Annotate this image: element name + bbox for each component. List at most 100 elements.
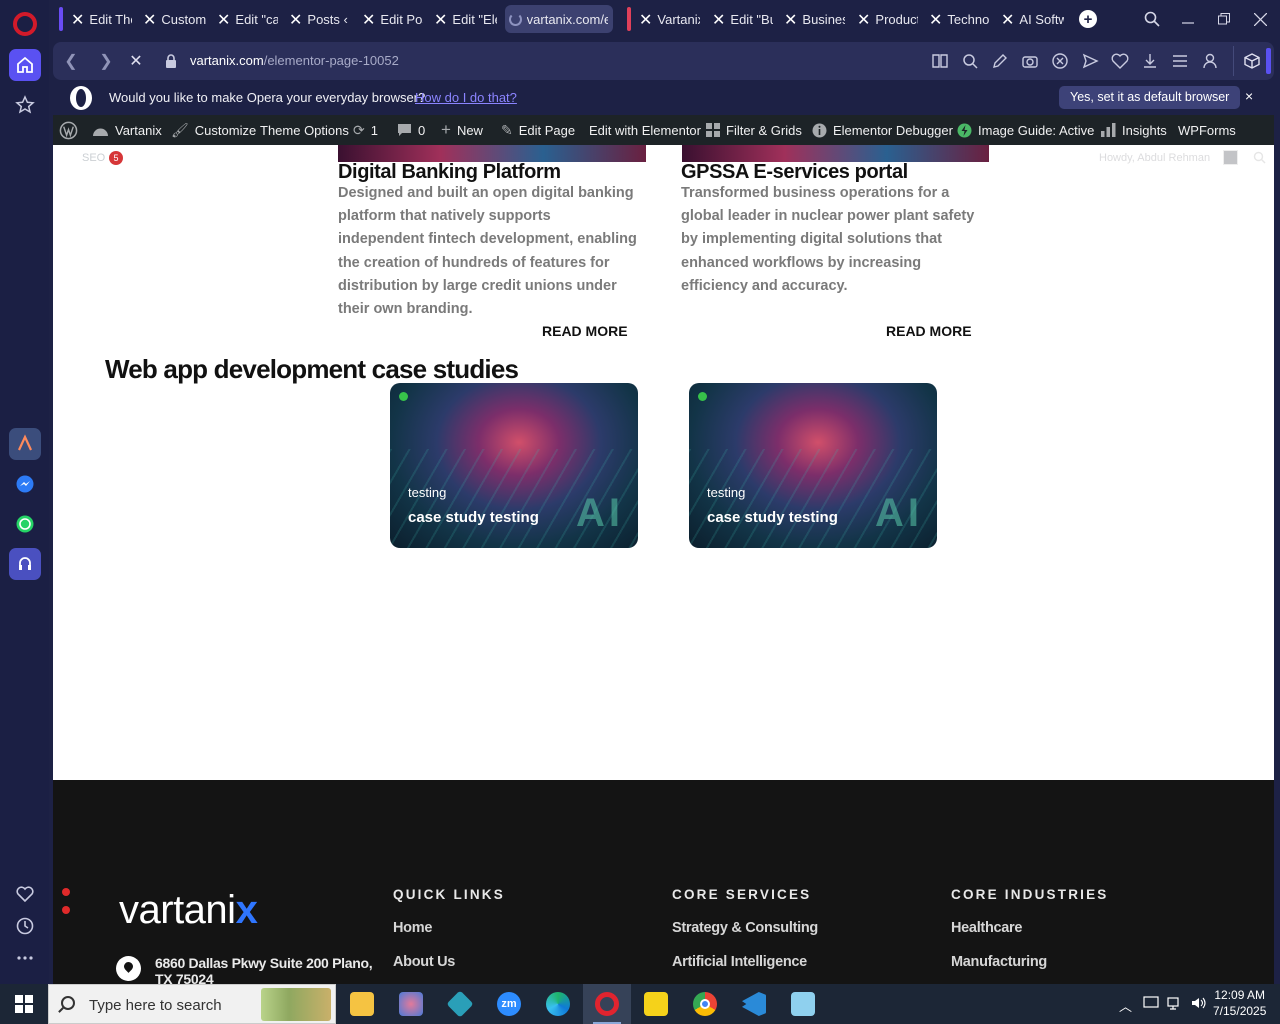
url-text[interactable]: vartanix.com/elementor-page-10052 <box>190 53 399 68</box>
app-diamond-icon[interactable] <box>436 984 484 1024</box>
back-icon[interactable]: ❮ <box>61 51 81 71</box>
find-in-page-icon[interactable] <box>961 52 979 70</box>
tab-active-vartanix[interactable]: vartanix.com/e <box>505 5 613 33</box>
footer-link-healthcare[interactable]: Healthcare <box>951 920 1022 936</box>
wp-image-guide[interactable]: Image Guide: Active <box>957 115 1094 145</box>
wifi-icon[interactable] <box>1167 996 1183 1013</box>
vscode-icon[interactable] <box>730 984 778 1024</box>
speed-dial-star-icon[interactable] <box>9 89 41 121</box>
profile-icon[interactable] <box>1201 52 1219 70</box>
wp-customize[interactable]: 🖌 Customize <box>171 115 256 145</box>
wordpress-logo-icon[interactable] <box>59 115 78 145</box>
opera-browser-icon[interactable] <box>583 984 631 1024</box>
footer-link-about[interactable]: About Us <box>393 954 455 970</box>
network-status-icon[interactable] <box>1143 996 1159 1013</box>
edge-browser-icon[interactable] <box>534 984 582 1024</box>
wp-site-name[interactable]: Vartanix <box>92 115 162 145</box>
tab-edit-cas[interactable]: ✕Edit "cas <box>213 5 283 33</box>
wp-insights[interactable]: Insights <box>1101 115 1167 145</box>
wp-elementor-debugger[interactable]: Elementor Debugger <box>812 115 953 145</box>
close-window-icon[interactable] <box>1249 8 1271 30</box>
wp-edit-page[interactable]: ✎ Edit Page <box>501 115 575 145</box>
admin-search-icon[interactable] <box>1253 151 1266 164</box>
messenger-icon[interactable] <box>9 468 41 500</box>
show-hidden-icons-chevron-icon[interactable]: ︿ <box>1119 996 1132 1015</box>
edit-icon[interactable] <box>991 52 1009 70</box>
close-prompt-icon[interactable]: × <box>1245 88 1253 104</box>
music-player-icon[interactable] <box>9 548 41 580</box>
snapshot-camera-icon[interactable] <box>1021 52 1039 70</box>
tab-vartanix[interactable]: ✕ Vartanix <box>635 5 705 33</box>
case-study-card[interactable]: AI testing case study testing <box>390 383 638 548</box>
footer-link-manufacturing[interactable]: Manufacturing <box>951 954 1047 970</box>
card-title[interactable]: Digital Banking Platform <box>338 161 561 184</box>
how-do-i-link[interactable]: How do I do that? <box>415 90 517 105</box>
tab-customize[interactable]: ✕ Customi <box>139 5 211 33</box>
chrome-browser-icon[interactable] <box>681 984 729 1024</box>
wp-theme-options[interactable]: Theme Options <box>260 115 349 145</box>
restore-icon[interactable] <box>1213 8 1235 30</box>
scrollbar-track[interactable] <box>1274 115 1280 984</box>
avatar[interactable] <box>1223 150 1238 165</box>
tab-edit-bu[interactable]: ✕ Edit "Bu <box>708 5 778 33</box>
volume-icon[interactable] <box>1191 996 1207 1013</box>
tab-technology[interactable]: ✕ Technol <box>925 5 995 33</box>
tab-edit-post[interactable]: ✕Edit Pos <box>358 5 428 33</box>
set-default-button[interactable]: Yes, set it as default browser <box>1059 86 1241 109</box>
more-options-icon[interactable] <box>9 942 41 974</box>
forward-icon[interactable]: ❯ <box>96 51 116 71</box>
easy-setup-icon[interactable] <box>1171 52 1189 70</box>
history-icon[interactable] <box>9 910 41 942</box>
heart-icon[interactable] <box>9 878 41 910</box>
read-more-link[interactable]: READ MORE <box>886 323 972 339</box>
wp-filter-grids[interactable]: Filter & Grids <box>706 115 802 145</box>
send-icon[interactable] <box>1081 52 1099 70</box>
download-icon[interactable] <box>1141 52 1159 70</box>
tab-business[interactable]: ✕ Busines <box>780 5 850 33</box>
wp-new[interactable]: + New <box>441 115 483 145</box>
card-title[interactable]: GPSSA E-services portal <box>681 161 908 184</box>
wp-edit-with-elementor[interactable]: Edit with Elementor <box>589 115 701 145</box>
tab-edit-the[interactable]: ✕Edit The <box>67 5 137 33</box>
opera-logo-icon[interactable] <box>13 12 37 36</box>
read-more-link[interactable]: READ MORE <box>542 323 628 339</box>
notepad-app-icon[interactable] <box>779 984 827 1024</box>
tab-product[interactable]: ✕ Product <box>853 5 923 33</box>
seo-menu[interactable]: SEO <box>82 152 105 164</box>
system-clock[interactable]: 12:09 AM 7/15/2025 <box>1213 987 1266 1019</box>
tab-search-icon[interactable] <box>1141 8 1163 30</box>
location-pin-icon <box>116 956 141 981</box>
stop-loading-icon[interactable]: ✕ <box>126 51 146 71</box>
tab-edit-ele[interactable]: ✕ Edit "Ele <box>430 5 502 33</box>
tab-posts[interactable]: ✕Posts ‹ V <box>285 5 355 33</box>
footer-link-home[interactable]: Home <box>393 920 432 936</box>
tab-ai-software[interactable]: ✕ AI Softw <box>997 5 1069 33</box>
file-explorer-icon[interactable] <box>338 984 386 1024</box>
reader-mode-icon[interactable] <box>931 52 949 70</box>
bookmark-heart-icon[interactable] <box>1111 52 1129 70</box>
case-study-card[interactable]: AI testing case study testing <box>689 383 937 548</box>
new-tab-plus-icon[interactable]: + <box>1079 10 1097 28</box>
windows-start-icon[interactable] <box>0 984 48 1024</box>
howdy-user[interactable]: Howdy, Abdul Rehman <box>1099 152 1210 164</box>
wp-comments[interactable]: 0 <box>397 115 425 145</box>
home-icon[interactable] <box>9 49 41 81</box>
footer-link-ai[interactable]: Artificial Intelligence <box>672 954 807 970</box>
footer-logo[interactable]: vartanix <box>119 888 258 933</box>
elementor-x-icon: ✕ <box>1001 9 1015 29</box>
sticky-notes-icon[interactable] <box>632 984 680 1024</box>
zoom-app-icon[interactable]: zm <box>485 984 533 1024</box>
elementor-x-icon: ✕ <box>362 9 376 29</box>
whatsapp-icon[interactable] <box>9 508 41 540</box>
extensions-cube-icon[interactable] <box>1243 52 1261 70</box>
bar-chart-icon <box>1101 123 1116 137</box>
aria-icon[interactable] <box>9 428 41 460</box>
wp-updates[interactable]: ⟳ 1 <box>353 115 378 145</box>
wp-wpforms[interactable]: WPForms <box>1178 115 1236 145</box>
indicator-dot <box>62 888 70 896</box>
footer-link-strategy[interactable]: Strategy & Consulting <box>672 920 818 936</box>
paint-app-icon[interactable] <box>387 984 435 1024</box>
adblock-icon[interactable] <box>1051 52 1069 70</box>
minimize-icon[interactable] <box>1177 8 1199 30</box>
taskbar-search-box[interactable]: Type here to search <box>48 984 336 1024</box>
